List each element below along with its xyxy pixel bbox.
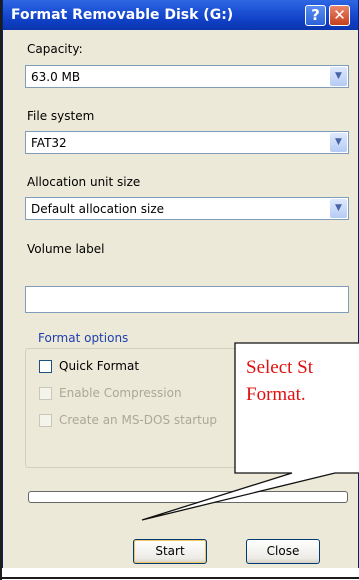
callout-line-1: Select St [246, 357, 314, 378]
callout-balloon [141, 342, 359, 521]
frame-border-bottom [0, 577, 359, 579]
callout-text: Select St Format. [246, 354, 359, 408]
callout-line-2: Format. [246, 384, 306, 405]
